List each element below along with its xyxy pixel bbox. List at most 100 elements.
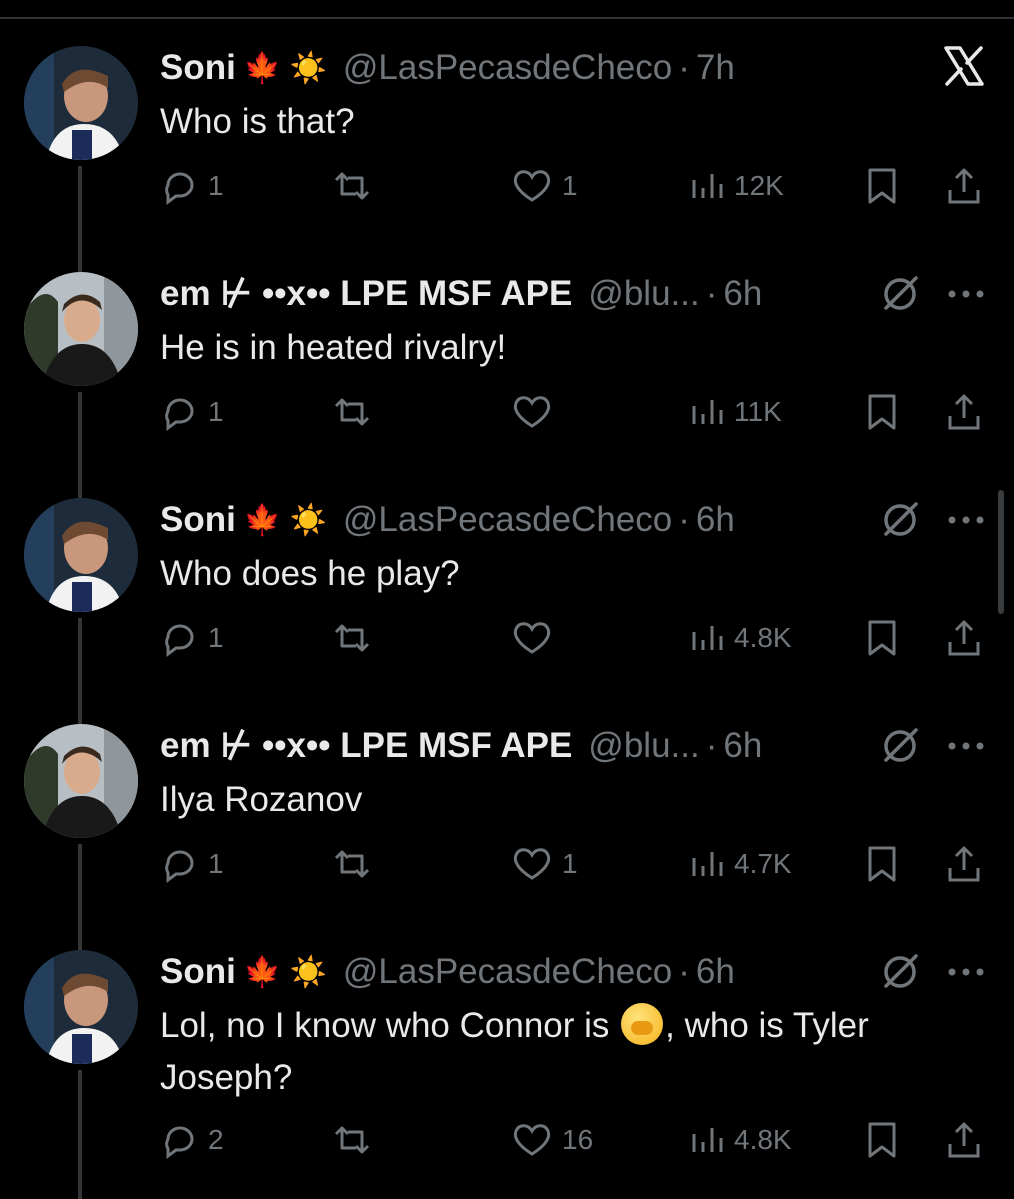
bookmark-button[interactable] — [864, 844, 900, 884]
no-symbol-icon[interactable] — [878, 724, 922, 768]
user-handle[interactable]: @blu... — [588, 274, 699, 314]
like-button[interactable]: 1 — [510, 844, 578, 884]
reply-button[interactable]: 1 — [160, 844, 224, 884]
timestamp[interactable]: 6h — [723, 274, 762, 314]
no-symbol-icon[interactable] — [878, 498, 922, 542]
timestamp[interactable]: 6h — [723, 726, 762, 766]
like-count: 16 — [562, 1124, 594, 1155]
user-handle[interactable]: @LasPecasdeCheco — [343, 500, 672, 540]
heart-icon — [513, 1124, 551, 1156]
separator-dot: · — [678, 48, 690, 87]
views-button[interactable]: 12K — [690, 166, 784, 206]
bookmark-button[interactable] — [864, 166, 900, 206]
tweet-text: He is in heated rivalry! — [160, 328, 507, 367]
repost-icon — [334, 850, 370, 878]
display-name[interactable]: em ⊬ ••x•• LPE MSF APE — [160, 726, 572, 766]
reply-count: 1 — [208, 396, 224, 427]
like-button[interactable] — [510, 392, 562, 432]
bookmark-button[interactable] — [864, 618, 900, 658]
avatar[interactable] — [24, 46, 138, 160]
share-button[interactable] — [944, 844, 984, 884]
name-emoji: 🍁 ☀️ — [243, 51, 327, 85]
share-button[interactable] — [944, 166, 984, 206]
reply-count: 2 — [208, 1124, 224, 1155]
heart-icon — [513, 848, 551, 880]
user-handle[interactable]: @LasPecasdeCheco — [343, 952, 672, 992]
reply-icon — [165, 624, 194, 657]
timestamp[interactable]: 6h — [696, 500, 735, 540]
user-handle[interactable]: @LasPecasdeCheco — [343, 48, 672, 88]
bookmark-button[interactable] — [864, 392, 900, 432]
reply-button[interactable]: 2 — [160, 1120, 224, 1160]
like-button[interactable]: 16 — [510, 1120, 593, 1160]
thread-line — [78, 1070, 82, 1199]
tweet[interactable]: Soni 🍁 ☀️ @LasPecasdeCheco · 6h Lol, no … — [0, 950, 1014, 1199]
repost-button[interactable] — [330, 844, 382, 884]
reply-button[interactable]: 1 — [160, 618, 224, 658]
no-symbol-icon[interactable] — [878, 950, 922, 994]
reply-button[interactable]: 1 — [160, 166, 224, 206]
display-name[interactable]: Soni — [160, 500, 236, 540]
repost-button[interactable] — [330, 618, 382, 658]
user-handle[interactable]: @blu... — [588, 726, 699, 766]
views-button[interactable]: 4.8K — [690, 618, 792, 658]
reply-icon — [165, 850, 194, 883]
views-icon — [692, 626, 723, 650]
tweet-header: Soni 🍁 ☀️ @LasPecasdeCheco · 7h — [160, 46, 735, 90]
share-icon — [948, 846, 980, 882]
repost-icon — [334, 398, 370, 426]
separator-dot: · — [705, 274, 718, 313]
views-button[interactable]: 4.8K — [690, 1120, 792, 1160]
bookmark-icon — [868, 846, 896, 882]
display-name[interactable]: Soni — [160, 952, 236, 992]
like-button[interactable] — [510, 618, 562, 658]
more-icon[interactable] — [944, 732, 988, 760]
more-icon[interactable] — [944, 958, 988, 986]
share-button[interactable] — [944, 392, 984, 432]
no-symbol-icon[interactable] — [878, 272, 922, 316]
tweet[interactable]: Soni 🍁 ☀️ @LasPecasdeCheco · 7h Who is t… — [0, 46, 1014, 276]
reply-icon — [165, 398, 194, 431]
action-bar: 1 1 4.7K — [160, 844, 990, 884]
repost-button[interactable] — [330, 1120, 382, 1160]
views-icon — [692, 1128, 723, 1152]
views-button[interactable]: 4.7K — [690, 844, 792, 884]
tweet[interactable]: em ⊬ ••x•• LPE MSF APE @blu... · 6h He i… — [0, 272, 1014, 502]
share-button[interactable] — [944, 618, 984, 658]
thread-line — [78, 844, 82, 954]
more-icon[interactable] — [944, 506, 988, 534]
avatar[interactable] — [24, 272, 138, 386]
view-count: 11K — [734, 396, 782, 427]
tweet-text: Lol, no I know who Connor is , who is Ty… — [160, 1000, 960, 1104]
repost-button[interactable] — [330, 166, 382, 206]
repost-button[interactable] — [330, 392, 382, 432]
display-name[interactable]: em ⊬ ••x•• LPE MSF APE — [160, 274, 572, 314]
timestamp[interactable]: 7h — [696, 48, 735, 88]
reply-count: 1 — [208, 622, 224, 653]
tweet[interactable]: Soni 🍁 ☀️ @LasPecasdeCheco · 6h Who does… — [0, 498, 1014, 728]
display-name[interactable]: Soni — [160, 48, 236, 88]
heart-icon — [513, 622, 551, 654]
more-icon[interactable] — [944, 280, 988, 308]
views-icon — [692, 174, 723, 198]
reply-button[interactable]: 1 — [160, 392, 224, 432]
avatar[interactable] — [24, 950, 138, 1064]
view-count: 4.7K — [734, 848, 792, 879]
views-button[interactable]: 11K — [690, 392, 782, 432]
like-count: 1 — [562, 170, 578, 201]
avatar[interactable] — [24, 724, 138, 838]
tweet-text: Who does he play? — [160, 554, 460, 593]
like-button[interactable]: 1 — [510, 166, 578, 206]
repost-icon — [334, 624, 370, 652]
heart-icon — [513, 396, 551, 428]
share-button[interactable] — [944, 1120, 984, 1160]
tweet-text: Who is that? — [160, 102, 355, 141]
separator-dot: · — [705, 726, 718, 765]
avatar[interactable] — [24, 498, 138, 612]
timestamp[interactable]: 6h — [696, 952, 735, 992]
repost-icon — [334, 1126, 370, 1154]
like-count: 1 — [562, 848, 578, 879]
tweet[interactable]: em ⊬ ••x•• LPE MSF APE @blu... · 6h Ilya… — [0, 724, 1014, 954]
bookmark-button[interactable] — [864, 1120, 900, 1160]
reply-count: 1 — [208, 170, 224, 201]
